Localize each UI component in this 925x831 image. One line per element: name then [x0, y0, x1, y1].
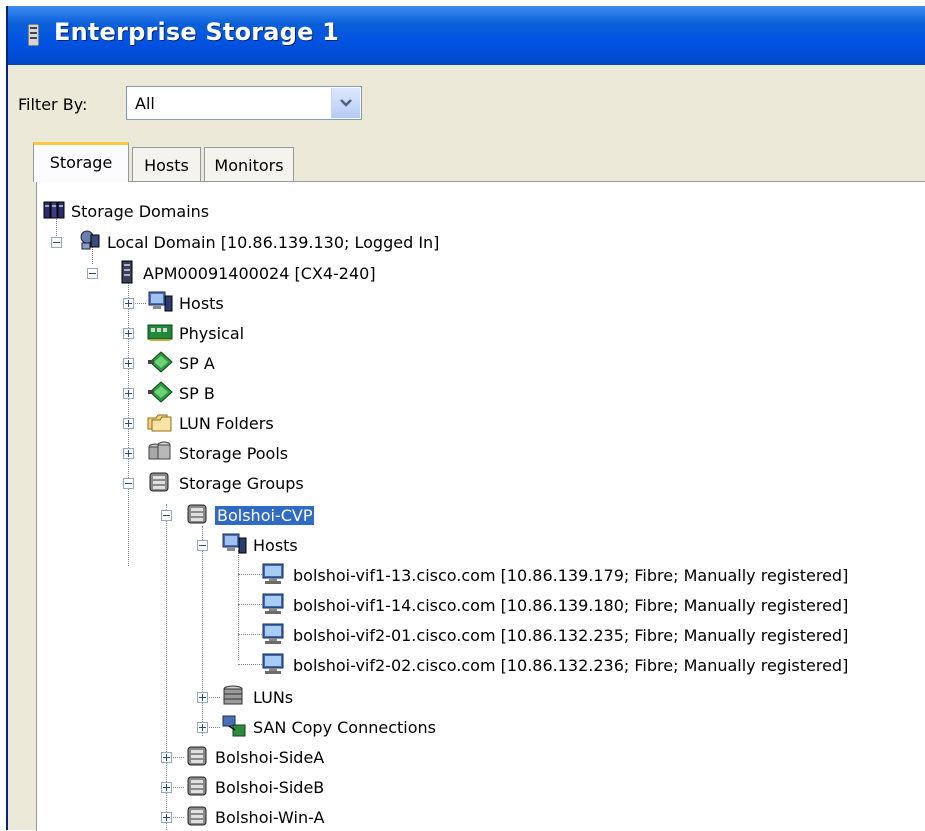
tree-node-local-domain[interactable]: Local Domain [10.86.139.130; Logged In]	[37, 227, 737, 257]
expand-icon[interactable]	[123, 388, 134, 399]
tree-label-selected: Bolshoi-CVP	[215, 506, 315, 525]
tree-node-storage-domains[interactable]: Storage Domains	[37, 196, 637, 226]
expand-icon[interactable]	[123, 298, 134, 309]
tree-node-host[interactable]: bolshoi-vif2-01.cisco.com [10.86.132.235…	[37, 620, 925, 650]
tree-label: bolshoi-vif2-02.cisco.com [10.86.132.236…	[293, 656, 849, 675]
enterprise-storage-window: Enterprise Storage 1 Filter By: All Stor…	[6, 6, 925, 831]
tree-node-lun-folders[interactable]: LUN Folders	[37, 408, 437, 438]
filter-dropdown[interactable]: All	[126, 86, 362, 120]
tree-label: Bolshoi-Win-A	[215, 808, 325, 827]
tree-node-bolshoi-cvp[interactable]: Bolshoi-CVP	[37, 500, 437, 530]
tree-label: bolshoi-vif1-13.cisco.com [10.86.139.179…	[293, 566, 849, 585]
storage-pools-icon	[148, 441, 171, 460]
window-title: Enterprise Storage 1	[54, 18, 340, 46]
expand-icon[interactable]	[161, 812, 172, 823]
chevron-down-icon	[340, 99, 352, 107]
expand-icon[interactable]	[161, 752, 172, 763]
tree-node-san-copy-connections[interactable]: SAN Copy Connections	[37, 712, 537, 742]
storage-tree: Storage Domains Local Domain [10.86.139.…	[37, 182, 925, 831]
collapse-icon[interactable]	[161, 510, 172, 521]
tree-label: LUN Folders	[179, 414, 274, 433]
expand-icon[interactable]	[123, 328, 134, 339]
tab-hosts[interactable]: Hosts	[132, 147, 201, 181]
storage-tree-panel[interactable]: Storage Domains Local Domain [10.86.139.…	[36, 181, 925, 831]
tree-label: APM00091400024 [CX4-240]	[143, 264, 376, 283]
collapse-icon[interactable]	[197, 540, 208, 551]
domain-icon	[80, 230, 100, 250]
tree-node-host[interactable]: bolshoi-vif1-14.cisco.com [10.86.139.180…	[37, 590, 925, 620]
storage-array-icon	[121, 260, 133, 284]
dropdown-button[interactable]	[331, 88, 360, 118]
tree-label: Storage Domains	[71, 202, 210, 221]
storage-processor-icon	[148, 381, 173, 403]
tree-label: Storage Pools	[179, 444, 289, 463]
folder-icon	[147, 414, 172, 432]
hosts-icon	[148, 291, 173, 312]
tree-label: bolshoi-vif1-14.cisco.com [10.86.139.180…	[293, 596, 849, 615]
filter-by-label: Filter By:	[18, 95, 88, 114]
tree-label: Hosts	[253, 536, 298, 555]
host-computer-icon	[262, 593, 284, 614]
storage-domains-icon	[43, 201, 65, 219]
tree-label: Bolshoi-SideB	[215, 778, 325, 797]
storage-group-icon	[187, 746, 207, 766]
physical-icon	[147, 324, 173, 341]
tree-label: Storage Groups	[179, 474, 304, 493]
tree-node-storage-groups[interactable]: Storage Groups	[37, 468, 437, 498]
san-copy-icon	[222, 715, 246, 737]
storage-group-icon	[149, 472, 169, 492]
tree-node-bolshoi-sidea[interactable]: Bolshoi-SideA	[37, 742, 437, 772]
tree-node-array[interactable]: APM00091400024 [CX4-240]	[37, 258, 737, 288]
tab-monitors[interactable]: Monitors	[204, 147, 294, 181]
tree-node-physical[interactable]: Physical	[37, 318, 437, 348]
storage-group-icon	[187, 504, 207, 524]
storage-array-icon	[28, 24, 39, 46]
luns-icon	[223, 685, 243, 705]
tree-label: SP A	[179, 354, 215, 373]
expand-icon[interactable]	[161, 782, 172, 793]
tree-label: bolshoi-vif2-01.cisco.com [10.86.132.235…	[293, 626, 849, 645]
expand-icon[interactable]	[123, 418, 134, 429]
storage-group-icon	[187, 806, 207, 826]
tree-label: SAN Copy Connections	[253, 718, 436, 737]
expand-icon[interactable]	[197, 722, 208, 733]
collapse-icon[interactable]	[123, 478, 134, 489]
host-computer-icon	[262, 623, 284, 644]
tree-label: Physical	[179, 324, 245, 343]
tree-label: LUNs	[253, 688, 294, 707]
tree-node-host[interactable]: bolshoi-vif2-02.cisco.com [10.86.132.236…	[37, 650, 925, 680]
hosts-icon	[222, 533, 247, 554]
title-bar[interactable]: Enterprise Storage 1	[8, 6, 925, 65]
storage-processor-icon	[148, 351, 173, 373]
host-computer-icon	[262, 653, 284, 674]
tree-label: Hosts	[179, 294, 224, 313]
tree-node-storage-pools[interactable]: Storage Pools	[37, 438, 437, 468]
tree-label: Bolshoi-SideA	[215, 748, 325, 767]
tree-node-sp-a[interactable]: SP A	[37, 348, 437, 378]
tree-node-bolshoi-sideb[interactable]: Bolshoi-SideB	[37, 772, 437, 802]
tree-node-group-hosts[interactable]: Hosts	[37, 530, 437, 560]
collapse-icon[interactable]	[87, 268, 98, 279]
expand-icon[interactable]	[197, 692, 208, 703]
host-computer-icon	[262, 563, 284, 584]
tree-node-sp-b[interactable]: SP B	[37, 378, 437, 408]
tree-node-hosts[interactable]: Hosts	[37, 288, 437, 318]
tab-storage[interactable]: Storage	[33, 142, 129, 182]
tree-node-host[interactable]: bolshoi-vif1-13.cisco.com [10.86.139.179…	[37, 560, 925, 590]
filter-value: All	[135, 94, 155, 113]
tree-label: SP B	[179, 384, 215, 403]
tree-node-bolshoi-win-a[interactable]: Bolshoi-Win-A	[37, 802, 437, 831]
expand-icon[interactable]	[123, 358, 134, 369]
expand-icon[interactable]	[123, 448, 134, 459]
collapse-icon[interactable]	[51, 237, 62, 248]
tree-label: Local Domain [10.86.139.130; Logged In]	[107, 233, 440, 252]
tree-node-luns[interactable]: LUNs	[37, 682, 437, 712]
storage-group-icon	[187, 776, 207, 796]
